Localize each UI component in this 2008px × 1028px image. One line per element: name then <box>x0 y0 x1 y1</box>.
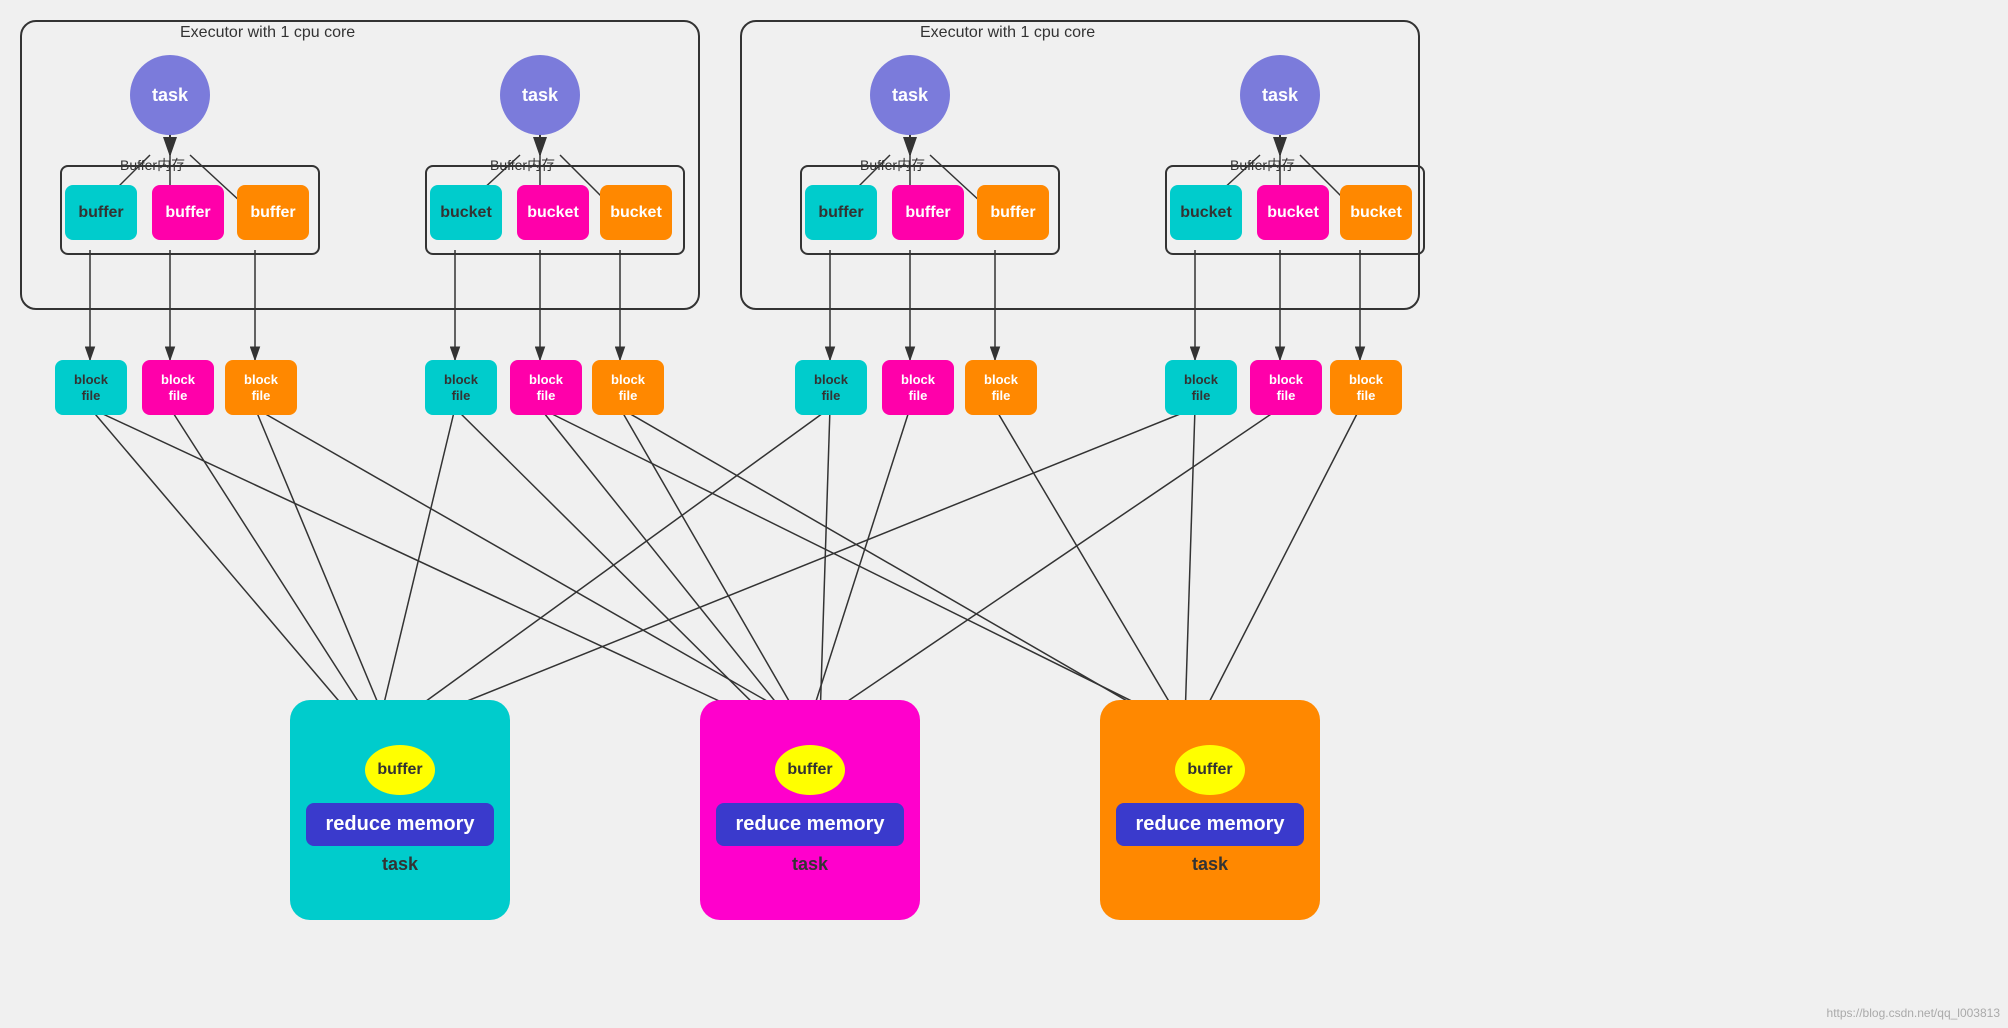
executor-label-1: Executor with 1 cpu core <box>180 24 355 42</box>
executor-label-2: Executor with 1 cpu core <box>920 24 1095 42</box>
reduce-task-label-1: task <box>382 854 418 875</box>
reduce-task-label-2: task <box>792 854 828 875</box>
block-file-3a: blockfile <box>795 360 867 415</box>
block-file-3b: blockfile <box>882 360 954 415</box>
bucket-node-1c: bucket <box>600 185 672 240</box>
block-file-2b: blockfile <box>510 360 582 415</box>
reduce-buffer-circle-2: buffer <box>775 745 845 795</box>
bucket-node-4b: bucket <box>1257 185 1329 240</box>
reduce-node-2: buffer reduce memory task <box>700 700 920 920</box>
block-file-1a: blockfile <box>55 360 127 415</box>
buffer-node-1b: buffer <box>152 185 224 240</box>
watermark: https://blog.csdn.net/qq_l003813 <box>1827 1006 2000 1020</box>
buffer-node-3c: buffer <box>977 185 1049 240</box>
block-file-2c: blockfile <box>592 360 664 415</box>
bucket-node-4a: bucket <box>1170 185 1242 240</box>
block-file-4b: blockfile <box>1250 360 1322 415</box>
block-file-4a: blockfile <box>1165 360 1237 415</box>
reduce-memory-btn-3: reduce memory <box>1116 803 1305 846</box>
block-file-3c: blockfile <box>965 360 1037 415</box>
reduce-memory-btn-1: reduce memory <box>306 803 495 846</box>
bucket-node-1b: bucket <box>517 185 589 240</box>
reduce-memory-btn-2: reduce memory <box>716 803 905 846</box>
bucket-node-4c: bucket <box>1340 185 1412 240</box>
buffer-node-3b: buffer <box>892 185 964 240</box>
reduce-buffer-circle-3: buffer <box>1175 745 1245 795</box>
block-file-4c: blockfile <box>1330 360 1402 415</box>
task-node-3: task <box>870 55 950 135</box>
block-file-1c: blockfile <box>225 360 297 415</box>
block-file-1b: blockfile <box>142 360 214 415</box>
buffer-node-3a: buffer <box>805 185 877 240</box>
block-file-2a: blockfile <box>425 360 497 415</box>
reduce-buffer-circle-1: buffer <box>365 745 435 795</box>
task-node-1: task <box>130 55 210 135</box>
reduce-node-3: buffer reduce memory task <box>1100 700 1320 920</box>
task-node-2: task <box>500 55 580 135</box>
buffer-node-1a: buffer <box>65 185 137 240</box>
bucket-node-1a: bucket <box>430 185 502 240</box>
reduce-task-label-3: task <box>1192 854 1228 875</box>
task-node-4: task <box>1240 55 1320 135</box>
buffer-node-1c: buffer <box>237 185 309 240</box>
reduce-node-1: buffer reduce memory task <box>290 700 510 920</box>
